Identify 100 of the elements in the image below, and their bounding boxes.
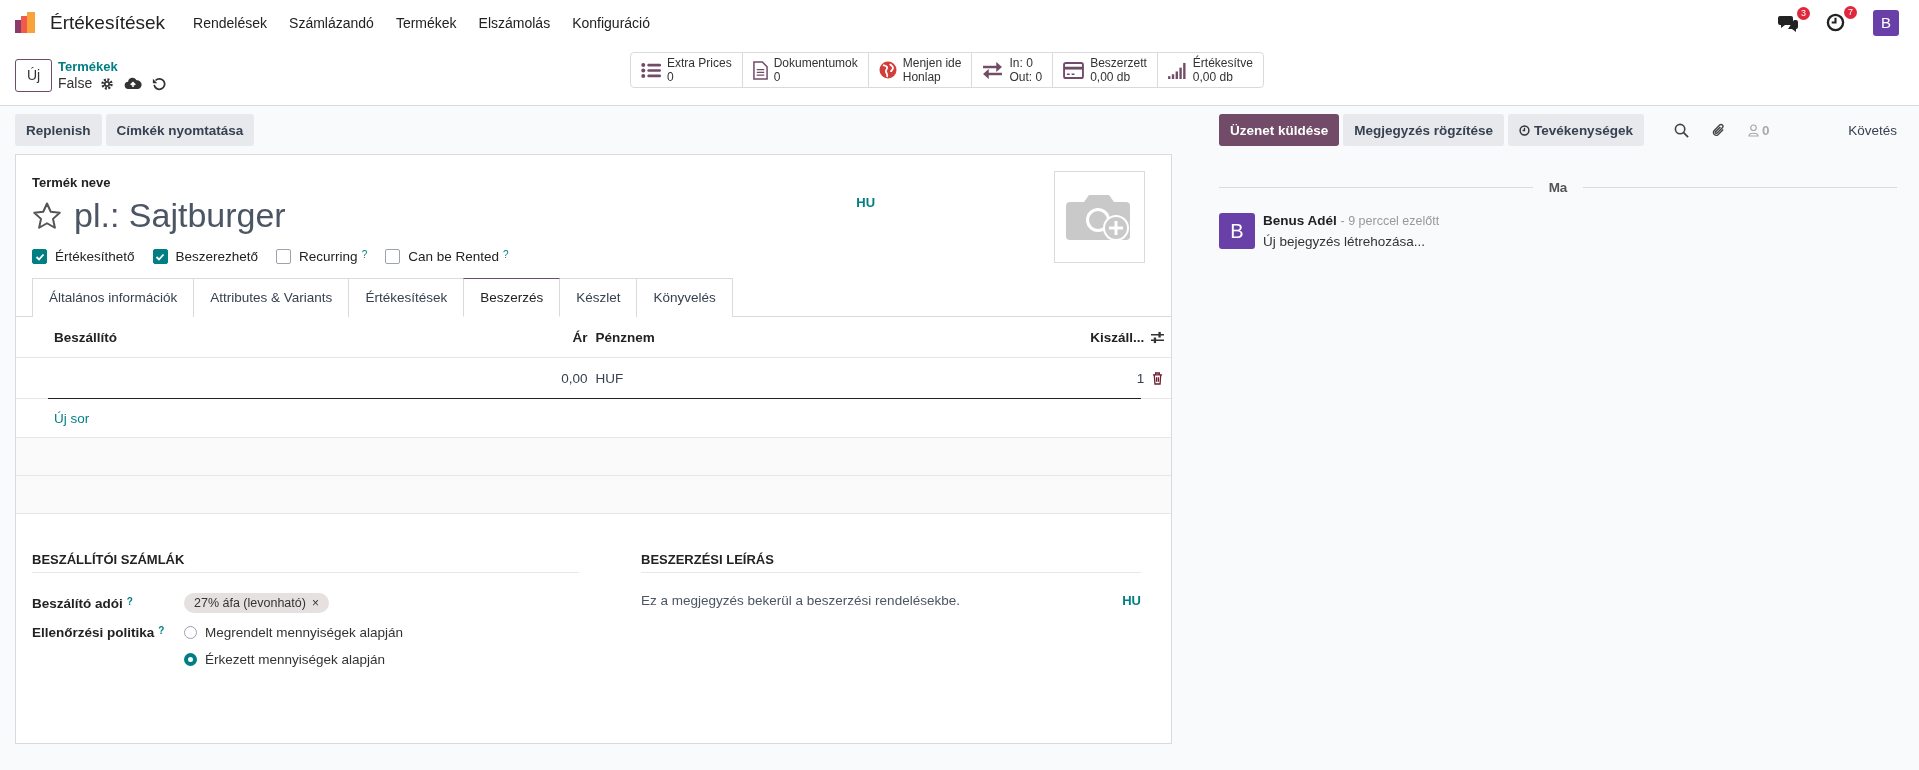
- help-tooltip-mark[interactable]: ?: [361, 249, 368, 260]
- field-label: Beszálító adói: [32, 595, 123, 611]
- stat-label: 0,00 db: [1192, 70, 1234, 84]
- menu-item[interactable]: Termékek: [395, 14, 457, 31]
- user-avatar[interactable]: B: [1873, 9, 1899, 36]
- globe-icon: [878, 61, 897, 79]
- radio-button[interactable]: [184, 653, 197, 666]
- stat-label: 0: [667, 70, 675, 84]
- stat-label: Honlap: [902, 70, 942, 84]
- bar-signal-icon: [1167, 61, 1187, 79]
- help-tooltip-mark[interactable]: ?: [503, 249, 509, 260]
- tab[interactable]: Könyvelés: [636, 278, 733, 317]
- add-line-link[interactable]: Új sor: [16, 410, 90, 426]
- checkbox[interactable]: [276, 249, 292, 264]
- checkbox[interactable]: [152, 249, 168, 264]
- clock-icon[interactable]: [1826, 13, 1845, 32]
- stat-button[interactable]: Dokumentumok 0: [741, 53, 868, 87]
- column-header[interactable]: Ár: [460, 329, 588, 345]
- checkbox-label: Értékesíthető: [55, 249, 135, 264]
- checkmark-icon: [34, 251, 45, 262]
- tab[interactable]: Beszerzés: [463, 278, 561, 317]
- stat-label: Menjen ide: [902, 56, 962, 70]
- language-button[interactable]: HU: [1122, 593, 1141, 608]
- tag-label: 27% áfa (levonható): [194, 596, 306, 610]
- column-settings-icon[interactable]: [1150, 330, 1166, 344]
- author-avatar: B: [1219, 213, 1255, 249]
- stat-label: In: 0: [1009, 56, 1034, 70]
- new-button[interactable]: Új: [15, 58, 52, 92]
- app-logo-icon[interactable]: [14, 10, 38, 35]
- column-header[interactable]: Beszállító: [16, 329, 461, 345]
- checkbox-label: Can be Rented: [408, 249, 500, 264]
- help-tooltip-mark[interactable]: ?: [126, 595, 133, 607]
- stat-button[interactable]: In: 0 Out: 0: [971, 53, 1053, 87]
- table-cell-text: 0,00: [560, 370, 588, 386]
- stat-button[interactable]: Extra Prices 0: [631, 53, 742, 87]
- credit-card-icon: [1063, 61, 1085, 79]
- activity-count-badge: 7: [1844, 6, 1857, 19]
- gear-icon[interactable]: [100, 76, 115, 91]
- tab[interactable]: Értékesítések: [348, 278, 465, 317]
- search-icon[interactable]: [1673, 122, 1689, 138]
- action-button[interactable]: Replenish: [15, 114, 102, 146]
- clock-icon: [1519, 124, 1531, 136]
- document-icon: [752, 60, 768, 80]
- table-cell-text: 1: [1135, 370, 1145, 386]
- tab[interactable]: Készlet: [559, 278, 638, 317]
- remove-tag-button[interactable]: ×: [311, 596, 319, 610]
- list-icon: [641, 61, 661, 79]
- action-button[interactable]: Címkék nyomtatása: [105, 114, 255, 146]
- checkbox-label: Recurring: [299, 249, 358, 264]
- column-header[interactable]: Pénznem: [587, 329, 1030, 345]
- chat-icon[interactable]: [1778, 13, 1798, 32]
- transfer-icon: [982, 61, 1004, 79]
- checkbox[interactable]: [385, 249, 401, 264]
- cloud-upload-icon[interactable]: [124, 77, 143, 90]
- radio-label: Megrendelt mennyiségek alapján: [205, 625, 404, 640]
- help-tooltip-mark[interactable]: ?: [158, 625, 165, 636]
- stat-button[interactable]: Menjen ide Honlap: [867, 53, 972, 87]
- field-label: Ellenőrzési politika: [32, 625, 155, 640]
- stat-label: Extra Prices: [667, 56, 732, 70]
- menu-item[interactable]: Rendelések: [193, 14, 268, 31]
- radio-label: Érkezett mennyiségek alapján: [205, 652, 386, 667]
- follow-link[interactable]: Követés: [1848, 122, 1897, 138]
- language-button[interactable]: HU: [856, 195, 1055, 210]
- stat-label: 0: [773, 70, 782, 84]
- star-icon[interactable]: [32, 200, 62, 231]
- stat-button[interactable]: Értékesítve 0,00 db: [1156, 53, 1263, 87]
- checkbox[interactable]: [32, 249, 47, 264]
- activities-button[interactable]: Tevékenységek: [1508, 114, 1644, 146]
- message-count-badge: 3: [1797, 6, 1810, 20]
- stat-label: Értékesítve: [1192, 56, 1253, 70]
- tab[interactable]: Általános információk: [32, 278, 195, 317]
- date-separator: Ma: [1548, 180, 1568, 195]
- stat-label: Out: 0: [1009, 70, 1043, 84]
- table-cell-text: HUF: [594, 370, 625, 386]
- undo-icon[interactable]: [152, 76, 167, 91]
- app-name[interactable]: Értékesítések: [50, 11, 166, 34]
- menu-item[interactable]: Elszámolás: [478, 14, 551, 31]
- menu-item[interactable]: Számlázandó: [289, 14, 374, 31]
- stat-label: Dokumentumok: [773, 56, 858, 70]
- section-title: BESZERZÉSI LEÍRÁS: [641, 552, 1141, 573]
- tab[interactable]: Attributes & Variants: [193, 278, 350, 317]
- menu-item[interactable]: Konfiguráció: [572, 14, 650, 31]
- message-author: Benus Adél: [1263, 213, 1337, 228]
- field-label: Termék neve: [32, 175, 111, 190]
- log-note-button[interactable]: Megjegyzés rögzítése: [1343, 114, 1505, 146]
- person-icon: [1747, 123, 1759, 137]
- stat-label: 0,00 db: [1090, 70, 1132, 84]
- record-name: False: [58, 75, 93, 92]
- stat-label: Beszerzett: [1090, 56, 1147, 70]
- message-time: - 9 perccel ezelőtt: [1340, 214, 1440, 228]
- send-message-button[interactable]: Üzenet küldése: [1219, 114, 1340, 146]
- stat-button[interactable]: Beszerzett 0,00 db: [1052, 53, 1157, 87]
- column-header[interactable]: Kiszáll...: [1029, 329, 1145, 345]
- section-title: BESZÁLLÍTÓI SZÁMLÁK: [32, 552, 579, 573]
- checkmark-icon: [155, 251, 166, 262]
- message-body: Új bejegyzés létrehozása...: [1263, 234, 1427, 249]
- trash-icon[interactable]: [1152, 371, 1164, 385]
- paperclip-icon[interactable]: [1710, 122, 1726, 138]
- breadcrumb-link[interactable]: Termékek: [58, 58, 167, 75]
- checkbox-label: Beszerezhető: [175, 249, 259, 264]
